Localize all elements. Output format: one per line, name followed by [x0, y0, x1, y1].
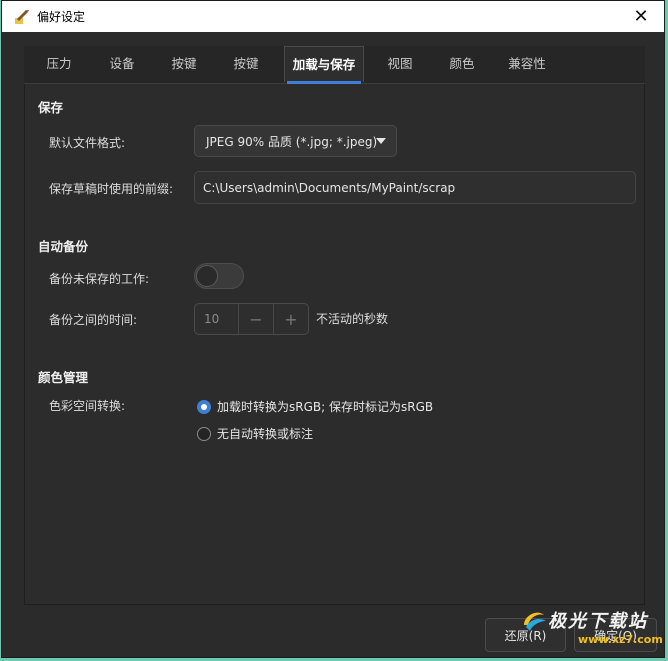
tab-color[interactable]: 颜色 — [429, 46, 495, 82]
ok-button[interactable]: 确定(O) — [574, 618, 657, 652]
tab-keys[interactable]: 按键 — [213, 46, 279, 82]
autosave-toggle[interactable] — [194, 263, 244, 289]
tab-pressure[interactable]: 压力 — [24, 46, 94, 82]
radio-no-conversion-label: 无自动转换或标注 — [217, 427, 314, 441]
color-management-section-title: 颜色管理 — [38, 370, 89, 385]
mypaint-app-icon — [15, 9, 29, 24]
tab-devices[interactable]: 设备 — [89, 46, 155, 82]
scrap-prefix-input[interactable]: C:\Users\admin\Documents/MyPaint/scrap — [194, 171, 636, 204]
load-save-panel: 保存 默认文件格式: JPEG 90% 品质 (*.jpg; *.jpeg) 保… — [24, 84, 645, 605]
decrement-button[interactable]: − — [238, 304, 273, 334]
tab-compatibility[interactable]: 兼容性 — [494, 46, 560, 82]
toggle-knob — [196, 265, 218, 287]
preferences-dialog: 偏好设定 ✕ 压力 设备 按键 按键 加载与保存 视图 颜色 兼容性 保存 默认… — [1, 0, 665, 658]
radio-convert-srgb[interactable]: 加载时转换为sRGB; 保存时标记为sRGB — [197, 398, 433, 415]
revert-button-label: 还原(R) — [504, 628, 547, 643]
close-button[interactable]: ✕ — [618, 1, 664, 32]
revert-button[interactable]: 还原(R) — [485, 618, 566, 652]
radio-no-conversion[interactable]: 无自动转换或标注 — [197, 425, 313, 442]
plus-icon: + — [284, 309, 298, 329]
close-icon: ✕ — [633, 6, 649, 27]
default-format-dropdown[interactable]: JPEG 90% 品质 (*.jpg; *.jpeg) — [194, 125, 397, 157]
autosave-interval-value[interactable]: 10 — [195, 312, 238, 326]
dropdown-arrow-icon — [376, 138, 386, 144]
minus-icon: − — [249, 309, 263, 329]
default-format-value: JPEG 90% 品质 (*.jpg; *.jpeg) — [206, 134, 378, 149]
scrap-prefix-label: 保存草稿时使用的前缀: — [49, 182, 174, 196]
radio-convert-srgb-label: 加载时转换为sRGB; 保存时标记为sRGB — [217, 400, 434, 414]
tab-view[interactable]: 视图 — [367, 46, 433, 82]
autosave-interval-spinner: 10 − + — [194, 303, 309, 335]
title-bar: 偏好设定 ✕ — [2, 1, 664, 32]
autosave-interval-suffix: 不活动的秒数 — [316, 312, 389, 326]
tab-bar: 压力 设备 按键 按键 加载与保存 视图 颜色 兼容性 — [24, 46, 645, 84]
scrap-prefix-value: C:\Users\admin\Documents/MyPaint/scrap — [203, 180, 456, 195]
default-format-label: 默认文件格式: — [49, 136, 126, 150]
autosave-section-title: 自动备份 — [38, 239, 89, 254]
autosave-interval-label: 备份之间的时间: — [49, 313, 138, 327]
radio-unchecked-icon — [197, 426, 211, 441]
color-conversion-label: 色彩空间转换: — [49, 399, 126, 413]
tab-load-save[interactable]: 加载与保存 — [284, 46, 364, 84]
ok-button-label: 确定(O) — [594, 628, 637, 643]
save-section-title: 保存 — [38, 100, 64, 115]
tab-buttons[interactable]: 按键 — [151, 46, 217, 82]
autosave-toggle-label: 备份未保存的工作: — [49, 272, 150, 286]
radio-checked-icon — [197, 399, 211, 414]
window-title: 偏好设定 — [37, 10, 86, 24]
increment-button[interactable]: + — [273, 304, 308, 334]
